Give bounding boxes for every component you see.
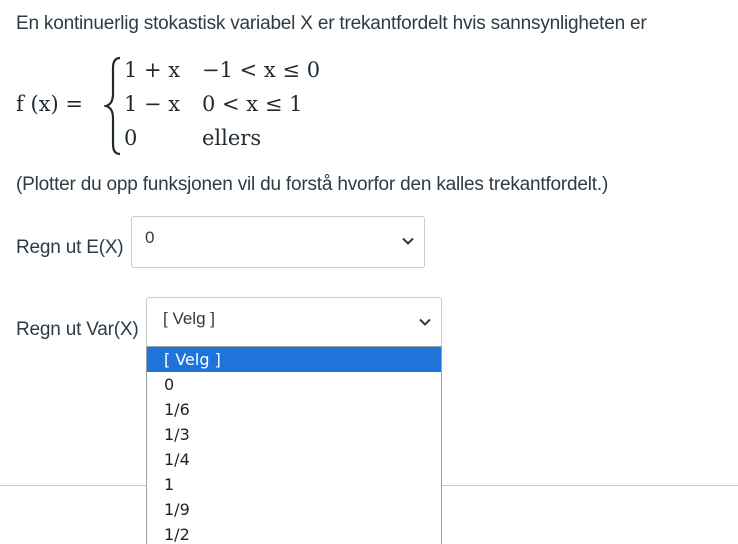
dropdown-option[interactable]: 1/3 [147, 422, 441, 447]
expectation-label: Regn ut E(X) [16, 237, 124, 258]
dropdown-option[interactable]: 0 [147, 372, 441, 397]
chevron-down-icon [402, 237, 414, 245]
case-3-expr: 0 [124, 126, 138, 150]
intro-text: En kontinuerlig stokastisk variabel X er… [16, 13, 647, 34]
dropdown-option[interactable]: [ Velg ] [147, 347, 441, 372]
left-brace-icon [104, 56, 121, 156]
variance-select-value: [ Velg ] [163, 309, 215, 328]
variance-dropdown-list[interactable]: [ Velg ] 0 1/6 1/3 1/4 1 1/9 1/2 [146, 346, 442, 544]
case-3-condition: ellers [202, 126, 262, 150]
dropdown-option[interactable]: 1/4 [147, 447, 441, 472]
variance-select[interactable]: [ Velg ] [146, 297, 442, 349]
case-1-condition: −1 < x ≤ 0 [202, 58, 321, 82]
expectation-select-value: 0 [145, 228, 155, 247]
formula-lhs: f (x) = [16, 92, 83, 116]
note-text: (Plotter du opp funksjonen vil du forstå… [16, 174, 609, 195]
case-1-expr: 1 + x [124, 58, 181, 82]
case-2-expr: 1 − x [124, 92, 181, 116]
chevron-down-icon [419, 318, 431, 326]
case-2-condition: 0 < x ≤ 1 [202, 92, 303, 116]
dropdown-option[interactable]: 1/6 [147, 397, 441, 422]
dropdown-option[interactable]: 1 [147, 472, 441, 497]
expectation-select[interactable]: 0 [131, 216, 425, 268]
dropdown-option[interactable]: 1/2 [147, 522, 441, 544]
dropdown-option[interactable]: 1/9 [147, 497, 441, 522]
variance-label: Regn ut Var(X) [16, 319, 139, 340]
piecewise-formula: f (x) = 1 + x −1 < x ≤ 0 1 − x 0 < x ≤ 1… [16, 54, 356, 158]
